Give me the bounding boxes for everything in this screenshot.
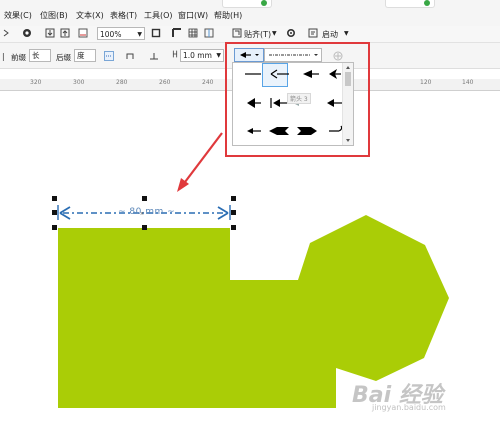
arrowhead-tooltip: 箭头 3 bbox=[287, 93, 311, 104]
scroll-down-icon[interactable] bbox=[346, 139, 350, 142]
arrowhead-hook-option[interactable] bbox=[329, 125, 343, 132]
arrowhead-line-arrow-option[interactable] bbox=[270, 69, 289, 79]
scrollbar-thumb[interactable] bbox=[345, 72, 351, 86]
selection-handle[interactable] bbox=[231, 210, 236, 215]
arrowhead-feather-option[interactable] bbox=[269, 127, 289, 135]
dimension-text: ~ 80 mm ~ bbox=[118, 207, 176, 217]
selection-handle[interactable] bbox=[52, 196, 57, 201]
dropdown-scrollbar[interactable] bbox=[342, 63, 353, 145]
selection-handle[interactable] bbox=[52, 210, 57, 215]
arrowhead-swept-arrow-option[interactable] bbox=[329, 69, 341, 79]
selection-handle[interactable] bbox=[231, 196, 236, 201]
annotation-arrow bbox=[177, 132, 223, 192]
arrowhead-solid-arrow-option[interactable] bbox=[303, 70, 319, 78]
arrowhead-open-arrow-option[interactable] bbox=[327, 99, 343, 107]
watermark-url: jingyan.baidu.com bbox=[372, 403, 446, 412]
arrowhead-chevron-option[interactable] bbox=[297, 127, 317, 135]
scroll-up-icon[interactable] bbox=[346, 66, 350, 69]
selection-handle[interactable] bbox=[52, 225, 57, 230]
arrowhead-small-arrow-option[interactable] bbox=[247, 128, 261, 134]
selection-handle[interactable] bbox=[142, 196, 147, 201]
selection-handle[interactable] bbox=[142, 225, 147, 230]
arrowhead-dropdown: 箭头 3 bbox=[232, 62, 354, 146]
selection-handle[interactable] bbox=[231, 225, 236, 230]
arrowhead-filled-arrow-option[interactable] bbox=[247, 98, 261, 108]
